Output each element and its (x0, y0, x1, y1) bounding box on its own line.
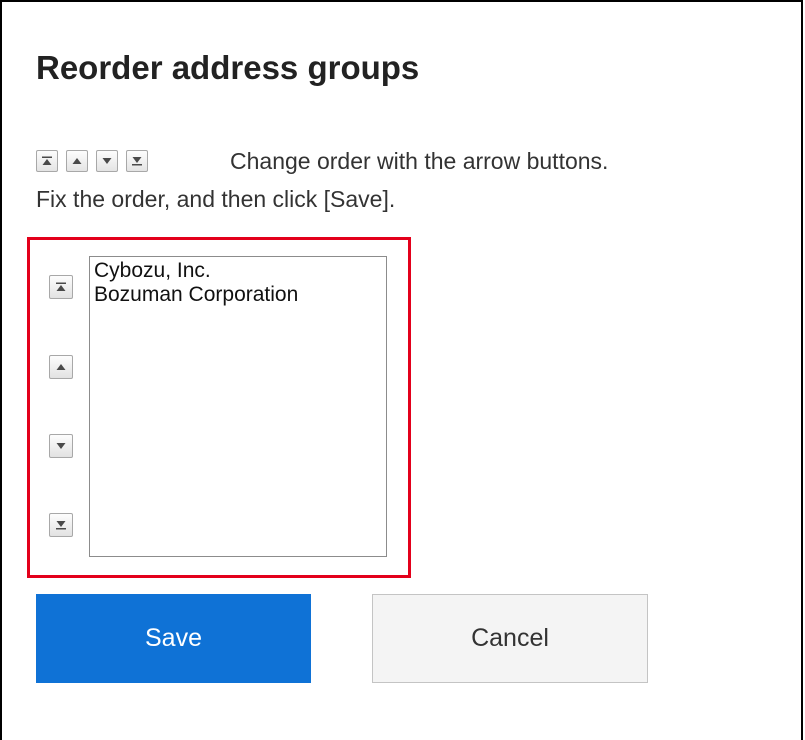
move-down-icon (56, 443, 66, 449)
move-bottom-icon (126, 150, 148, 172)
instruction-line-2: Fix the order, and then click [Save]. (36, 186, 396, 212)
save-button[interactable]: Save (36, 594, 311, 683)
move-up-button[interactable] (49, 355, 73, 379)
move-top-icon (36, 150, 58, 172)
move-down-button[interactable] (49, 434, 73, 458)
move-up-icon (56, 364, 66, 370)
address-group-listbox[interactable]: Cybozu, Inc. Bozuman Corporation (89, 256, 387, 557)
instruction-icons (36, 145, 156, 177)
move-down-icon (96, 150, 118, 172)
list-item[interactable]: Cybozu, Inc. (94, 259, 382, 283)
move-bottom-icon (56, 521, 66, 530)
move-to-bottom-button[interactable] (49, 513, 73, 537)
page-title: Reorder address groups (36, 49, 420, 86)
cancel-button[interactable]: Cancel (372, 594, 648, 683)
move-top-icon (56, 282, 66, 291)
list-item[interactable]: Bozuman Corporation (94, 283, 382, 307)
move-up-icon (66, 150, 88, 172)
move-to-top-button[interactable] (49, 275, 73, 299)
instruction-line-1: Change order with the arrow buttons. (230, 148, 609, 174)
